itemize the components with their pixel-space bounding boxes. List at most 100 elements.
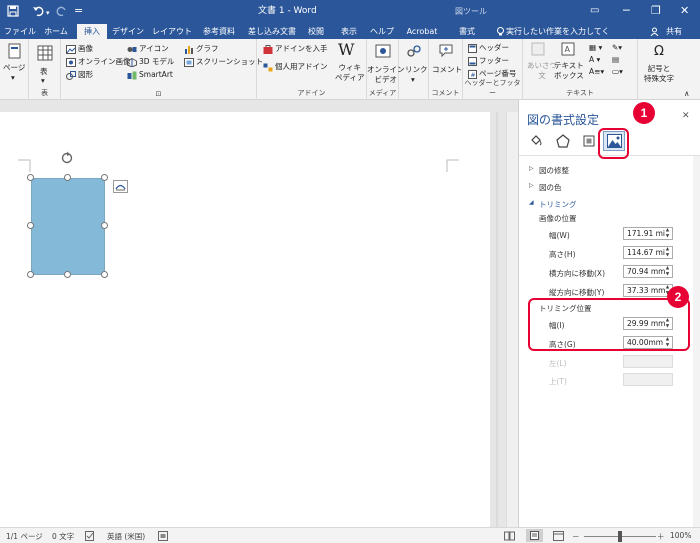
close-icon[interactable]: ✕ xyxy=(680,4,689,18)
print-layout-view-selected[interactable] xyxy=(526,529,543,542)
size-properties-icon[interactable] xyxy=(582,134,596,148)
link-button[interactable]: リンク xyxy=(405,65,428,75)
zoom-in-button[interactable]: ＋ xyxy=(657,531,665,542)
my-addins-button[interactable]: 個人用アドイン xyxy=(275,62,328,72)
tab-insert[interactable]: 挿入 xyxy=(77,24,107,39)
section-chevron-icon[interactable]: ▷ xyxy=(529,182,534,189)
ribbon-display-options-icon[interactable]: ▭ xyxy=(590,4,599,18)
effects-icon[interactable] xyxy=(556,134,570,148)
resize-handle[interactable] xyxy=(101,174,108,181)
collapse-ribbon-icon[interactable]: ∧ xyxy=(684,89,690,99)
crop-top-label: 上(T) xyxy=(549,377,567,386)
crop-left-label: 左(L) xyxy=(549,359,567,368)
icons-button[interactable]: アイコン xyxy=(139,44,169,54)
section-chevron-icon[interactable]: ▷ xyxy=(529,165,534,172)
undo-icon[interactable] xyxy=(32,5,44,17)
table-dropdown-icon[interactable]: ▾ xyxy=(41,76,45,86)
get-addins-button[interactable]: アドインを入手 xyxy=(275,44,328,54)
picture-button[interactable]: 画像 xyxy=(78,44,93,54)
page-count[interactable]: 1/1 ページ xyxy=(6,531,43,542)
tab-view[interactable]: 表示 xyxy=(336,24,362,39)
spinner-arrows-icon[interactable]: ▲▼ xyxy=(664,228,671,239)
spinner-arrows-icon[interactable]: ▲▼ xyxy=(664,247,671,258)
web-layout-icon[interactable] xyxy=(553,531,564,541)
offset-x-input[interactable]: 70.94 mm ▲ ▼ xyxy=(623,265,673,278)
redo-icon[interactable] xyxy=(56,5,68,17)
height-input[interactable]: 114.67 mi ▲ ▼ xyxy=(623,246,673,259)
pages-dropdown-icon[interactable]: ▾ xyxy=(11,73,15,83)
resize-handle[interactable] xyxy=(27,271,34,278)
tab-layout[interactable]: レイアウト xyxy=(151,24,193,39)
macro-record-icon[interactable] xyxy=(158,531,168,541)
width-input[interactable]: 171.91 mi ▲ ▼ xyxy=(623,227,673,240)
tab-design[interactable]: デザイン xyxy=(111,24,145,39)
date-time-icon[interactable]: ▤ xyxy=(612,55,619,65)
tab-file[interactable]: ファイル xyxy=(4,24,36,39)
resize-handle[interactable] xyxy=(27,222,34,229)
tab-format[interactable]: 書式 xyxy=(452,24,482,39)
model3d-button[interactable]: 3D モデル xyxy=(139,57,174,67)
object-icon[interactable]: ▭▾ xyxy=(612,67,623,77)
proofing-icon[interactable] xyxy=(85,531,95,541)
header-button[interactable]: ヘッダー xyxy=(479,43,509,53)
textbox-button[interactable]: テキスト ボックス xyxy=(554,61,584,81)
quick-parts-icon[interactable]: ▦ ▾ xyxy=(589,43,602,53)
vertical-scrollbar[interactable] xyxy=(506,112,518,527)
tell-me-search[interactable]: 実行したい作業を入力してください xyxy=(506,24,616,51)
header-footer-group-label: ヘッダーとフッター xyxy=(464,79,521,97)
comment-button[interactable]: コメント xyxy=(432,65,462,75)
wordart-icon[interactable]: A ▾ xyxy=(589,55,600,65)
tab-home[interactable]: ホーム xyxy=(41,24,71,39)
section-picture-corrections[interactable]: 図の修整 xyxy=(539,165,569,176)
fill-line-icon[interactable] xyxy=(529,134,543,148)
restore-icon[interactable]: ❐ xyxy=(651,4,661,18)
smartart-button[interactable]: SmartArt xyxy=(139,70,173,80)
ribbon-tabs: ファイル ホーム 挿入 デザイン レイアウト 参考資料 差し込み文書 校閲 表示… xyxy=(0,22,700,51)
section-expanded-chevron-icon[interactable]: ◢ xyxy=(529,199,534,206)
layout-options-icon[interactable] xyxy=(113,180,128,193)
online-picture-button[interactable]: オンライン画像 xyxy=(78,57,131,67)
wikipedia-button[interactable]: ウィキ ペディア xyxy=(335,63,364,83)
read-mode-icon[interactable] xyxy=(504,531,515,541)
section-crop[interactable]: トリミング xyxy=(539,199,577,210)
pane-close-icon[interactable]: ✕ xyxy=(682,111,690,121)
resize-handle[interactable] xyxy=(64,174,71,181)
signature-line-icon[interactable]: ✎▾ xyxy=(612,43,622,53)
footer-button[interactable]: フッター xyxy=(479,56,509,66)
save-icon[interactable] xyxy=(7,5,19,17)
section-picture-color[interactable]: 図の色 xyxy=(539,182,562,193)
resize-handle[interactable] xyxy=(101,222,108,229)
zoom-out-button[interactable]: － xyxy=(572,531,580,542)
chart-button[interactable]: グラフ xyxy=(196,44,219,54)
offset-y-input[interactable]: 37.33 mm▲▼ xyxy=(623,284,673,297)
zoom-level[interactable]: 100% xyxy=(670,531,691,540)
link-dropdown-icon[interactable]: ▾ xyxy=(411,75,415,85)
customize-qat-icon[interactable]: = xyxy=(74,4,83,18)
text-group: あいさつ 文 A テキスト ボックス ▦ ▾ A ▾ A≡▾ ✎▾ ▤ ▭▾ テ… xyxy=(523,39,638,100)
tab-help[interactable]: ヘルプ xyxy=(367,24,397,39)
pages-button[interactable]: ページ xyxy=(3,63,25,73)
screenshot-button[interactable]: スクリーンショット xyxy=(196,57,263,67)
illustrations-group-launcher-icon[interactable]: ⊡ xyxy=(61,90,256,98)
selected-picture[interactable] xyxy=(31,178,105,275)
tab-references[interactable]: 参考資料 xyxy=(198,24,240,39)
resize-handle[interactable] xyxy=(64,271,71,278)
tab-acrobat[interactable]: Acrobat xyxy=(403,24,441,39)
rotate-handle-icon[interactable] xyxy=(60,151,74,165)
share-button[interactable]: 共有 xyxy=(662,24,686,39)
title-bar: ▾ = 文書 1 - Word 図ツール ▭ ─ ❐ ✕ xyxy=(0,0,700,22)
spinner-arrows-icon[interactable]: ▲▼ xyxy=(664,266,671,277)
resize-handle[interactable] xyxy=(101,271,108,278)
shapes-button[interactable]: 図形 xyxy=(78,70,93,80)
zoom-slider-thumb[interactable] xyxy=(618,531,622,542)
word-count[interactable]: 0 文字 xyxy=(52,531,74,542)
minimize-icon[interactable]: ─ xyxy=(623,4,630,18)
tab-review[interactable]: 校閲 xyxy=(303,24,329,39)
symbols-button[interactable]: 記号と 特殊文字 xyxy=(644,64,674,84)
pane-scrollbar[interactable] xyxy=(693,156,700,527)
tab-mailings[interactable]: 差し込み文書 xyxy=(246,24,298,39)
undo-dropdown-icon[interactable]: ▾ xyxy=(46,6,50,20)
language-status[interactable]: 英語 (米国) xyxy=(107,531,145,542)
dropcap-icon[interactable]: A≡▾ xyxy=(589,67,604,77)
resize-handle[interactable] xyxy=(27,174,34,181)
